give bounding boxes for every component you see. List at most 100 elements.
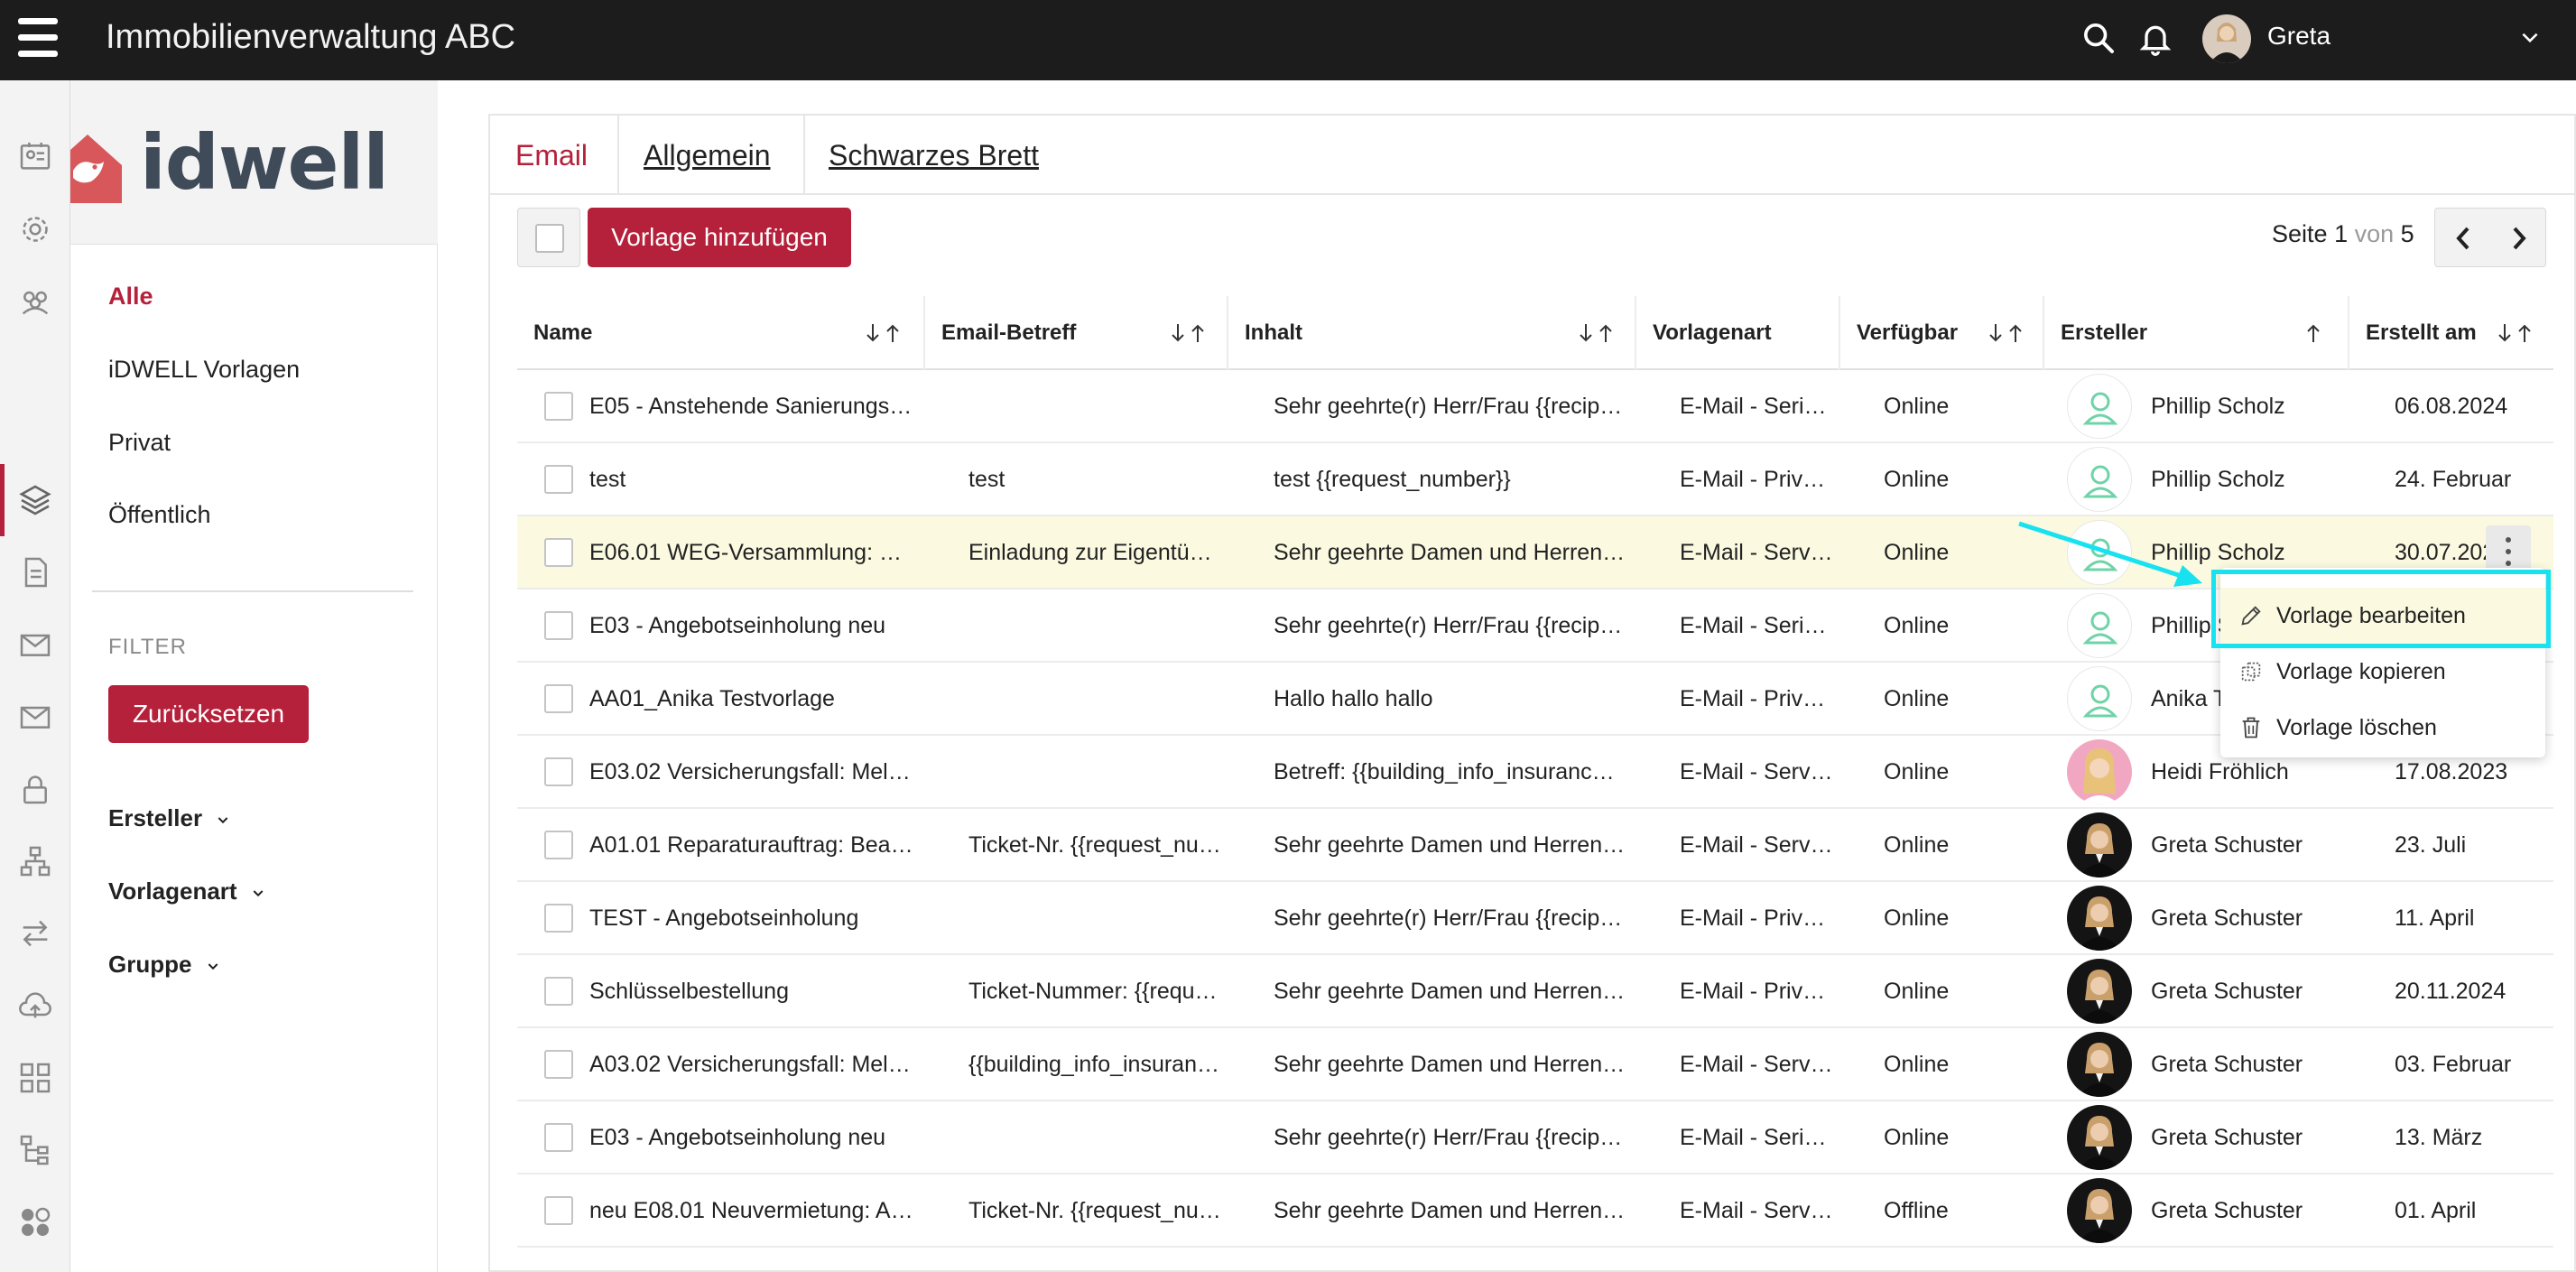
mail-icon[interactable] — [17, 627, 53, 663]
sort-icon[interactable] — [864, 322, 903, 344]
hierarchy-icon[interactable] — [17, 843, 53, 879]
pager-current: 1 — [2334, 220, 2349, 247]
row-checkbox[interactable] — [544, 1050, 573, 1079]
grid-apps-icon[interactable] — [17, 1060, 53, 1096]
cell-subject — [968, 590, 1226, 663]
column-header-erstellt-am[interactable]: Erstellt am — [2349, 296, 2553, 370]
lock-icon[interactable] — [17, 771, 53, 807]
sidebar-item-oeffentlich[interactable]: Öffentlich — [108, 501, 211, 529]
cell-content: Sehr geehrte(r) Herr/Frau {{recipient_na… — [1274, 1125, 1626, 1150]
row-checkbox[interactable] — [544, 611, 573, 640]
cell-creator: Phillip Scholz — [2151, 467, 2285, 492]
table-row[interactable]: neu E08.01 Neuvermietung: Anfrage Ticket-… — [517, 1175, 2553, 1248]
sort-ascending-icon[interactable] — [2293, 322, 2333, 344]
bell-icon[interactable] — [2137, 20, 2173, 56]
table-row[interactable]: E03 - Angebotseinholung neu Sehr geehrte(… — [517, 1101, 2553, 1175]
cell-available: Online — [1884, 1052, 1950, 1077]
cell-created: 03. Februar — [2395, 1052, 2512, 1077]
sidebar-item-privat[interactable]: Privat — [108, 429, 171, 457]
row-checkbox[interactable] — [544, 1196, 573, 1225]
column-header-ersteller[interactable]: Ersteller — [2044, 296, 2349, 370]
cell-subject: {{building_info_insurance_company}} — [968, 1052, 1226, 1077]
chevron-down-icon[interactable] — [2518, 25, 2542, 49]
row-checkbox[interactable] — [544, 684, 573, 713]
sort-icon[interactable] — [1169, 322, 1209, 344]
select-all-checkbox[interactable] — [517, 208, 580, 267]
row-checkbox[interactable] — [544, 1123, 573, 1152]
creator-avatar — [2067, 374, 2132, 439]
cell-content: Sehr geehrte Damen und Herren,wir beauft… — [1274, 832, 1626, 858]
tree-structure-icon[interactable] — [17, 1132, 53, 1168]
cell-type: E-Mail - Service-Ticket — [1680, 1052, 1835, 1077]
table-row[interactable]: A03.02 Versicherungsfall: Meldung {{build… — [517, 1028, 2553, 1101]
filter-vorlagenart-label: Vorlagenart — [108, 877, 237, 905]
cell-available: Offline — [1884, 1198, 1949, 1223]
sort-icon[interactable] — [1577, 322, 1617, 344]
cell-created: 01. April — [2395, 1198, 2477, 1223]
row-checkbox[interactable] — [544, 904, 573, 933]
cell-content: Sehr geehrte(r) Herr/Frau {{recipient_na… — [1274, 905, 1626, 931]
tab-schwarzes-brett[interactable]: Schwarzes Brett — [829, 116, 1039, 195]
cell-name: A01.01 Reparaturauftrag: Beauftragung — [589, 832, 914, 858]
tab-email[interactable]: Email — [515, 116, 588, 195]
menu-item-vorlage-kopieren[interactable]: Vorlage kopieren — [2220, 644, 2545, 700]
cell-subject: test — [968, 467, 1005, 492]
sidebar-divider — [92, 590, 413, 592]
table-row[interactable]: E05 - Anstehende Sanierungsmaßnahmen Sehr… — [517, 370, 2553, 443]
row-checkbox[interactable] — [544, 392, 573, 421]
menu-item-vorlage-loeschen[interactable]: Vorlage löschen — [2220, 700, 2545, 756]
pager-prefix: Seite — [2272, 220, 2328, 247]
cell-available: Online — [1884, 1125, 1950, 1150]
user-avatar[interactable] — [2202, 14, 2251, 63]
cell-available: Online — [1884, 613, 1950, 638]
circles-icon[interactable] — [17, 1204, 53, 1240]
sort-icon[interactable] — [1987, 322, 2026, 344]
cell-type: E-Mail - Service-Ticket — [1680, 1198, 1835, 1223]
reset-button[interactable]: Zurücksetzen — [108, 685, 309, 743]
row-checkbox[interactable] — [544, 465, 573, 494]
search-icon[interactable] — [2080, 20, 2117, 56]
document-icon[interactable] — [17, 554, 53, 590]
tab-separator — [803, 116, 805, 195]
table-row[interactable]: Schlüsselbestellung Ticket-Nummer: {{requ… — [517, 955, 2553, 1028]
row-checkbox[interactable] — [544, 538, 573, 567]
cell-subject — [968, 882, 1226, 955]
chevron-down-icon — [253, 890, 264, 897]
swap-arrows-icon[interactable] — [17, 915, 53, 952]
contacts-icon[interactable] — [17, 138, 53, 174]
cell-name: A03.02 Versicherungsfall: Meldung — [589, 1052, 914, 1077]
row-checkbox[interactable] — [544, 831, 573, 859]
filter-gruppe-dropdown[interactable]: Gruppe — [108, 951, 220, 979]
filter-vorlagenart-dropdown[interactable]: Vorlagenart — [108, 877, 265, 905]
mail-outline-icon[interactable] — [17, 699, 53, 735]
user-name[interactable]: Greta — [2267, 22, 2330, 51]
creator-avatar — [2067, 886, 2132, 951]
column-header-email-betreff[interactable]: Email-Betreff — [925, 296, 1228, 370]
column-header-verfuegbar[interactable]: Verfügbar — [1840, 296, 2044, 370]
chevron-left-icon[interactable] — [2435, 209, 2491, 268]
tab-allgemein[interactable]: Allgemein — [644, 116, 771, 195]
table-row[interactable]: TEST - Angebotseinholung Sehr geehrte(r) … — [517, 882, 2553, 955]
filter-ersteller-dropdown[interactable]: Ersteller — [108, 804, 230, 832]
chevron-right-icon[interactable] — [2491, 209, 2547, 268]
people-group-icon[interactable] — [17, 283, 53, 320]
add-template-button[interactable]: Vorlage hinzufügen — [588, 208, 851, 267]
column-header-name[interactable]: Name — [517, 296, 925, 370]
column-header-vorlagenart[interactable]: Vorlagenart — [1636, 296, 1840, 370]
table-row[interactable]: A01.01 Reparaturauftrag: Beauftragung Tic… — [517, 809, 2553, 882]
gear-icon[interactable] — [17, 211, 53, 247]
sort-icon[interactable] — [2496, 322, 2535, 344]
cell-type: E-Mail - Service-Ticket — [1680, 759, 1835, 785]
layers-icon[interactable] — [17, 482, 53, 518]
hamburger-menu-icon[interactable] — [18, 18, 58, 58]
cell-created: 11. April — [2395, 905, 2475, 931]
column-header-inhalt[interactable]: Inhalt — [1228, 296, 1636, 370]
table-row[interactable]: test test test {{request_number}} E-Mail - … — [517, 443, 2553, 516]
row-checkbox[interactable] — [544, 977, 573, 1006]
cloud-upload-icon[interactable] — [17, 988, 53, 1024]
tab-bar: Email Allgemein Schwarzes Brett — [490, 116, 2574, 195]
cell-name: test — [589, 467, 626, 492]
row-checkbox[interactable] — [544, 757, 573, 786]
sidebar-item-idwell-vorlagen[interactable]: iDWELL Vorlagen — [108, 356, 300, 384]
sidebar-item-alle[interactable]: Alle — [108, 283, 153, 311]
